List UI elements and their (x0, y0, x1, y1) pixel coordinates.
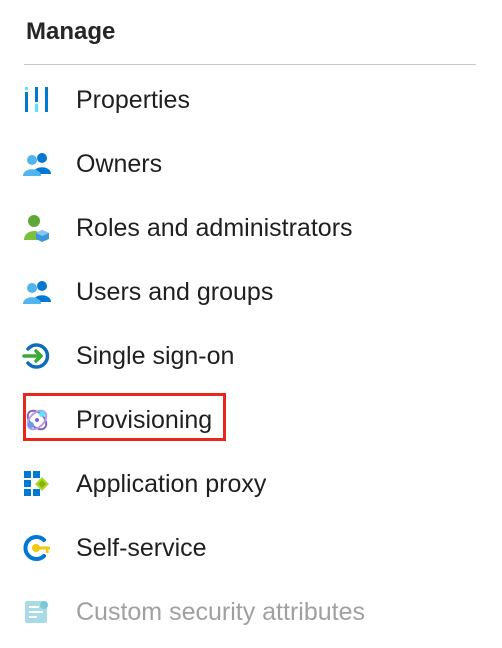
menu-item-owners[interactable]: Owners (22, 140, 162, 188)
menu-item-custom-security-attributes: Custom security attributes (22, 588, 365, 636)
menu-item-label: Users and groups (76, 277, 274, 306)
properties-icon (22, 85, 52, 115)
menu-item-users-and-groups[interactable]: Users and groups (22, 268, 273, 316)
custom-security-attributes-icon (22, 597, 52, 627)
menu-item-properties[interactable]: Properties (22, 76, 190, 124)
menu-item-application-proxy[interactable]: Application proxy (22, 460, 266, 508)
menu-item-label: Single sign-on (76, 341, 235, 370)
menu-item-single-sign-on[interactable]: Single sign-on (22, 332, 234, 380)
manage-section-header: Manage (26, 18, 116, 45)
section-divider (24, 64, 476, 65)
menu-item-label: Roles and administrators (76, 213, 353, 242)
menu-item-label: Self-service (76, 533, 207, 562)
single-sign-on-icon (22, 341, 52, 371)
menu-item-label: Owners (76, 149, 163, 178)
roles-icon (22, 213, 52, 243)
menu-item-self-service[interactable]: Self-service (22, 524, 207, 572)
owners-icon (22, 149, 52, 179)
menu-item-label: Provisioning (76, 405, 213, 434)
menu-item-provisioning[interactable]: Provisioning (22, 396, 212, 444)
menu-item-label: Custom security attributes (76, 597, 365, 626)
menu-item-label: Application proxy (76, 469, 267, 498)
users-groups-icon (22, 277, 52, 307)
application-proxy-icon (22, 469, 52, 499)
provisioning-icon (22, 405, 52, 435)
menu-item-label: Properties (76, 85, 190, 114)
menu-item-roles-and-administrators[interactable]: Roles and administrators (22, 204, 353, 252)
self-service-icon (22, 533, 52, 563)
